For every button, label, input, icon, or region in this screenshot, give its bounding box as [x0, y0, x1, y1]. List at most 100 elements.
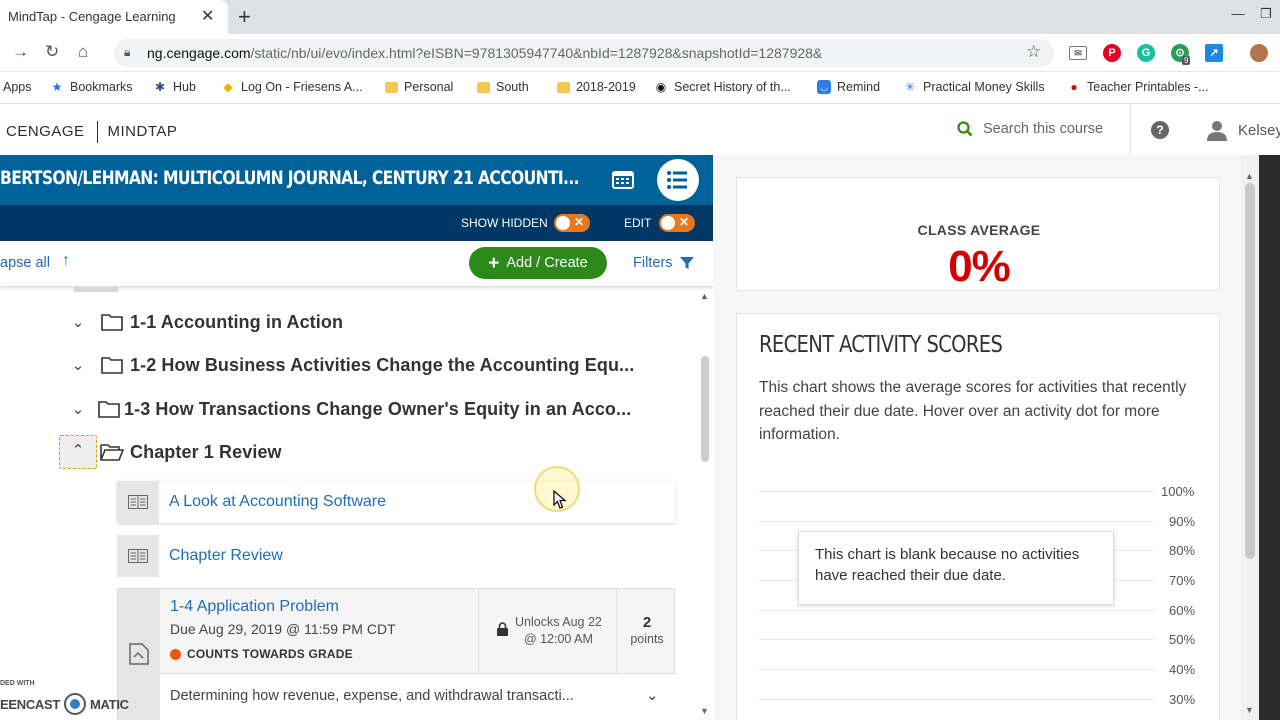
unlock-date: Unlocks Aug 22 [515, 615, 602, 629]
bookmark-2018-2019[interactable]: 2018-2019 [557, 80, 636, 94]
new-tab-button[interactable]: + [238, 4, 251, 30]
browser-tab[interactable]: MindTap - Cengage Learning ✕ [0, 0, 228, 34]
bookmark-label: Teacher Printables -... [1087, 80, 1209, 94]
user-icon [1207, 121, 1227, 141]
unit-title[interactable]: Chapter 1 Review [130, 442, 282, 463]
header-divider [1130, 104, 1131, 156]
restore-icon[interactable]: ❐ [1252, 0, 1280, 28]
scroll-up-icon[interactable]: ▲ [1245, 171, 1254, 181]
collapse-all-link[interactable]: apse all [0, 255, 50, 271]
apple-icon: ● [1070, 80, 1078, 94]
tab-close-icon[interactable]: ✕ [201, 6, 214, 26]
assignment-card[interactable]: 1-4 Application Problem Due Aug 29, 2019… [117, 588, 676, 720]
reload-icon[interactable]: ↻ [45, 42, 59, 62]
chevron-down-icon[interactable]: ⌄ [62, 356, 94, 374]
profile-avatar[interactable] [1250, 44, 1268, 62]
activity-title[interactable]: Chapter Review [169, 547, 283, 565]
left-scrollbar[interactable]: ▲ ▼ [697, 288, 713, 720]
diamond-icon: ◆ [223, 80, 233, 94]
help-icon[interactable]: ? [1151, 121, 1169, 139]
toggle-off-icon: ✕ [679, 215, 690, 229]
circle-icon: ◉ [655, 80, 667, 94]
minimize-icon[interactable]: — [1224, 0, 1252, 28]
bookmark-remind[interactable]: ◡ Remind [817, 80, 880, 94]
bookmark-friesens[interactable]: ◆ Log On - Friesens A... [221, 80, 362, 94]
watermark-word2: MATIC [90, 696, 129, 712]
screencast-logo-icon [64, 693, 87, 715]
bookmark-star-icon[interactable]: ☆ [1026, 42, 1041, 62]
reading-icon [117, 535, 159, 577]
mindtap-header: CENGAGE MINDTAP Search this course ? Kels… [0, 104, 1280, 156]
home-icon[interactable]: ⌂ [78, 42, 88, 62]
unit-title[interactable]: 1-2 How Business Activities Change the A… [130, 355, 634, 376]
scroll-thumb[interactable] [1245, 183, 1255, 559]
url-text[interactable]: ng.cengage.com/static/nb/ui/evo/index.ht… [147, 45, 822, 61]
address-bar[interactable]: 🔒︎ ng.cengage.com/static/nb/ui/evo/index… [114, 39, 1054, 67]
grade-status: COUNTS TOWARDS GRADE [170, 647, 353, 661]
scroll-thumb[interactable] [701, 356, 709, 462]
grammarly-extension-icon[interactable]: G [1137, 44, 1155, 62]
list-view-button[interactable] [657, 159, 699, 201]
unit-row[interactable]: ⌄ 1-3 How Transactions Change Owner's Eq… [62, 394, 632, 424]
chevron-down-icon[interactable]: ⌄ [62, 313, 94, 331]
unlock-time: @ 12:00 AM [523, 632, 593, 646]
bookmark-teacher-printables[interactable]: ● Teacher Printables -... [1067, 80, 1209, 94]
mail-extension-icon[interactable]: ✉ [1069, 46, 1087, 60]
brand-mindtap: MINDTAP [107, 122, 178, 140]
bookmark-bookmarks[interactable]: ★ Bookmarks [50, 80, 133, 94]
add-create-button[interactable]: + Add / Create [469, 247, 607, 279]
unit-title[interactable]: 1-3 How Transactions Change Owner's Equi… [124, 399, 631, 420]
recent-scores-title: RECENT ACTIVITY SCORES [759, 332, 1003, 358]
scroll-down-icon[interactable]: ▼ [700, 706, 709, 716]
bookmark-south[interactable]: South [477, 80, 529, 94]
activity-row[interactable]: A Look at Accounting Software [117, 481, 675, 523]
scroll-up-icon[interactable]: ▲ [700, 291, 709, 301]
y-tick-label: 80% [1169, 543, 1196, 558]
user-menu[interactable]: Kelsey [1206, 119, 1280, 141]
url-host: ng.cengage.com [147, 45, 251, 61]
unit-row[interactable]: ⌄ 1-1 Accounting in Action [62, 307, 343, 337]
chevron-down-icon[interactable]: ⌄ [646, 686, 659, 704]
activity-title[interactable]: A Look at Accounting Software [169, 493, 386, 511]
show-hidden-toggle[interactable]: ✕ [554, 214, 590, 232]
bookmark-label: South [496, 80, 529, 94]
unit-row[interactable]: ⌄ 1-2 How Business Activities Change the… [62, 350, 635, 380]
cengage-mindtap-logo[interactable]: CENGAGE MINDTAP [6, 121, 177, 143]
bookmark-secret-history[interactable]: ◉ Secret History of th... [654, 80, 791, 94]
pinterest-extension-icon[interactable]: P [1103, 44, 1121, 62]
bookmark-label: Practical Money Skills [923, 80, 1045, 94]
unit-title[interactable]: 1-1 Accounting in Action [130, 312, 343, 333]
back-arrow-icon[interactable]: → [12, 42, 29, 62]
chart-gridline [759, 639, 1155, 640]
bookmark-label: Personal [404, 80, 454, 94]
edit-toggle[interactable]: ✕ [659, 214, 695, 232]
screen: MindTap - Cengage Learning ✕ + — ❐ → ↻ ⌂… [0, 0, 1280, 720]
toggle-knob [661, 216, 675, 230]
course-search[interactable]: Search this course [957, 121, 1103, 137]
bookmark-personal[interactable]: Personal [385, 80, 453, 94]
chevron-down-icon[interactable]: ⌄ [62, 400, 94, 418]
assignment-title[interactable]: 1-4 Application Problem [170, 598, 339, 616]
recent-scores-card: RECENT ACTIVITY SCORES This chart shows … [736, 313, 1220, 720]
plus-icon: + [488, 252, 500, 274]
chart-gridline [759, 491, 1155, 492]
filters-button[interactable]: Filters [633, 255, 695, 271]
due-date: Due Aug 29, 2019 @ 11:59 PM CDT [170, 621, 396, 637]
chevron-up-icon[interactable]: ⌃ [59, 435, 97, 469]
arrow-up-icon[interactable]: ↑ [62, 252, 70, 270]
assignment-description-row[interactable]: Determining how revenue, expense, and wi… [160, 673, 676, 720]
class-average-card: CLASS AVERAGE 0% [736, 177, 1220, 291]
bookmark-label: Remind [837, 80, 881, 94]
right-scrollbar[interactable]: ▲ ▼ [1241, 155, 1259, 720]
snowflake-icon: ✳ [904, 80, 916, 94]
points-value: 2 [642, 614, 652, 631]
calendar-icon[interactable] [612, 169, 634, 189]
unit-row-expanded[interactable]: ⌃ Chapter 1 Review [59, 435, 282, 469]
chart-gridline [759, 521, 1155, 522]
scroll-down-icon[interactable]: ▼ [1245, 705, 1254, 715]
bookmark-hub[interactable]: ✱ Hub [153, 80, 196, 94]
bookmark-money-skills[interactable]: ✳ Practical Money Skills [903, 80, 1045, 94]
chart-extension-icon[interactable]: ↗ [1205, 44, 1223, 62]
activity-row[interactable]: Chapter Review [117, 535, 675, 577]
bookmark-apps[interactable]: Apps [3, 80, 32, 94]
